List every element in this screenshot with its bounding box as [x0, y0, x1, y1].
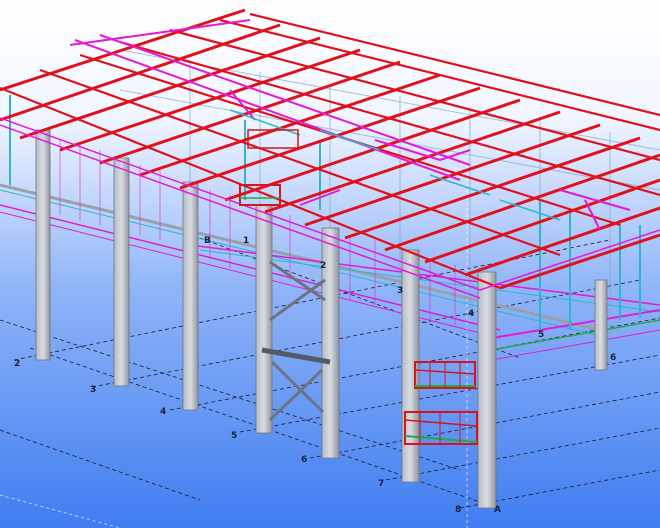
- grid-label-8: 8: [455, 505, 461, 515]
- grid-label-back-2: 2: [320, 261, 326, 271]
- grid-label-back-5: 5: [538, 330, 544, 340]
- column-2: [35, 129, 51, 361]
- column-back-6: [594, 279, 608, 371]
- grid-label-4: 4: [160, 407, 166, 417]
- grid-label-back-3: 3: [397, 286, 403, 296]
- grid-label-5: 5: [231, 431, 237, 441]
- model-viewport[interactable]: 2 3 4 5 6 7 8 A B 1 2 3 4 5 6: [0, 0, 660, 528]
- grid-label-back-4: 4: [468, 309, 474, 319]
- grid-label-2: 2: [14, 359, 20, 369]
- column-7: [401, 249, 420, 483]
- grid-label-a: A: [494, 505, 501, 515]
- grid-label-7: 7: [378, 479, 384, 489]
- grid-label-6: 6: [301, 455, 307, 465]
- grid-label-back-6: 6: [610, 353, 616, 363]
- structural-model-view: 2 3 4 5 6 7 8 A B 1 2 3 4 5 6: [0, 0, 660, 528]
- column-3: [113, 157, 130, 387]
- column-8: [477, 271, 497, 509]
- column-4: [182, 181, 199, 411]
- grid-label-3: 3: [90, 385, 96, 395]
- grid-label-b: B: [204, 236, 211, 246]
- grid-label-back-1: 1: [243, 236, 249, 246]
